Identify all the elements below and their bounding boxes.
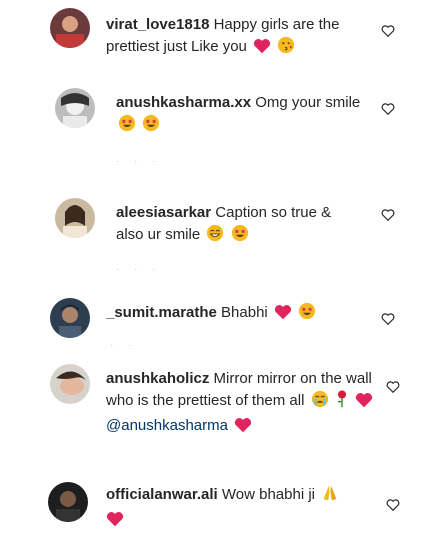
avatar[interactable]: [50, 298, 90, 338]
red-heart-icon: [274, 304, 292, 327]
comment-text: anushkasharma.xx Omg your smile: [116, 92, 366, 139]
face-kiss-icon: [277, 36, 295, 61]
comment-2: anushkasharma.xx Omg your smile · · ·: [0, 80, 425, 190]
comment-3: aleesiasarkar Caption so true & also ur …: [0, 190, 425, 290]
comment-username[interactable]: officialanwar.ali: [106, 486, 218, 503]
avatar[interactable]: [48, 482, 88, 522]
comment-body: Bhabhi: [221, 304, 268, 321]
star-struck-icon: [142, 114, 160, 139]
comment-username[interactable]: aleesiasarkar: [116, 204, 211, 221]
star-struck-icon: [231, 224, 249, 249]
comment-6: officialanwar.ali Wow bhabhi ji: [0, 478, 425, 545]
avatar[interactable]: [50, 8, 90, 48]
comment-body: Wow bhabhi ji: [221, 486, 315, 503]
comment-1: virat_love1818 Happy girls are the prett…: [0, 0, 425, 80]
comment-username[interactable]: anushkaholicz: [106, 370, 209, 387]
mention-link[interactable]: @anushkasharma: [106, 417, 228, 434]
like-heart-icon[interactable]: [381, 102, 395, 116]
like-heart-icon[interactable]: [386, 498, 400, 512]
like-heart-icon[interactable]: [381, 24, 395, 38]
like-heart-icon[interactable]: [381, 312, 395, 326]
red-heart-icon: [355, 392, 373, 415]
crying-face-icon: [311, 390, 329, 415]
comment-text: aleesiasarkar Caption so true & also ur …: [116, 202, 361, 249]
red-heart-icon: [253, 38, 271, 61]
loading-dots: · · ·: [116, 156, 162, 167]
comment-username[interactable]: anushkasharma.xx: [116, 94, 251, 111]
red-heart-icon: [234, 417, 252, 440]
comment-text: anushkaholicz Mirror mirror on the wall …: [106, 368, 376, 440]
avatar[interactable]: [55, 198, 95, 238]
avatar[interactable]: [55, 88, 95, 128]
red-heart-icon: [106, 511, 124, 534]
comment-username[interactable]: _sumit.marathe: [106, 304, 217, 321]
comment-text: _sumit.marathe Bhabhi: [106, 302, 366, 327]
folded-hands-icon: [321, 484, 339, 509]
comment-text: virat_love1818 Happy girls are the prett…: [106, 14, 366, 61]
like-heart-icon[interactable]: [386, 380, 400, 394]
comment-5: anushkaholicz Mirror mirror on the wall …: [0, 360, 425, 470]
loading-dots: · · ·: [116, 264, 162, 275]
comment-4: _sumit.marathe Bhabhi · ·: [0, 290, 425, 356]
star-struck-icon: [298, 302, 316, 327]
avatar[interactable]: [50, 364, 90, 404]
rose-icon: [335, 390, 349, 415]
comment-body: Omg your smile: [255, 94, 361, 111]
like-heart-icon[interactable]: [381, 208, 395, 222]
comment-text: officialanwar.ali Wow bhabhi ji: [106, 484, 376, 534]
grinning-sweat-icon: [206, 224, 224, 249]
comment-username[interactable]: virat_love1818: [106, 16, 209, 33]
loading-dots: · ·: [110, 340, 138, 351]
star-struck-icon: [118, 114, 136, 139]
